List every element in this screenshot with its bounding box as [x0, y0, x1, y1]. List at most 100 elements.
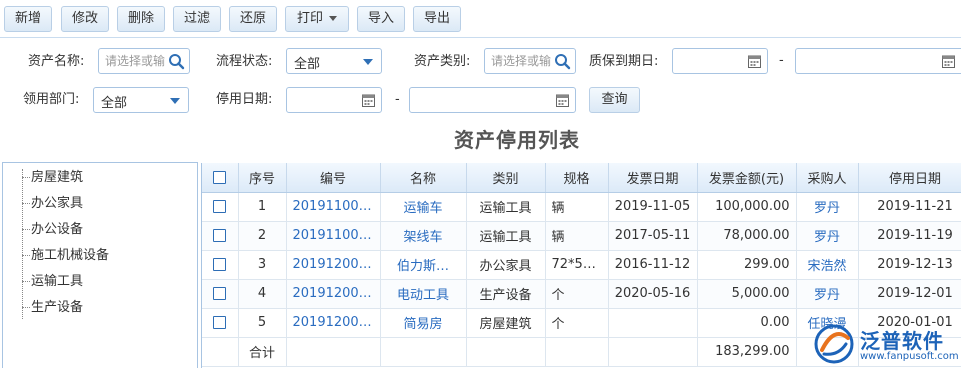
name-link[interactable]: 运输车 — [380, 192, 467, 222]
column-header-invoice-date[interactable]: 发票日期 — [608, 163, 698, 193]
table-row[interactable]: 5 2019120003 简易房 房屋建筑 个 0.00 任晓漫 2020-01… — [202, 308, 961, 338]
table-row[interactable]: 3 2019120001 伯力斯… 办公家具 72*5… 2016-11-12 … — [202, 250, 961, 280]
asset-category-combo[interactable] — [484, 48, 576, 74]
amount-cell: 299.00 — [697, 250, 797, 280]
buyer-link[interactable]: 罗丹 — [796, 279, 859, 309]
tree-item-office-furniture[interactable]: 办公家具 — [31, 196, 83, 212]
print-button[interactable]: 打印 — [285, 6, 349, 32]
total-label: 合计 — [238, 337, 287, 367]
category-cell: 办公家具 — [466, 250, 546, 280]
column-header-amount[interactable]: 发票金额(元) — [697, 163, 797, 193]
name-link[interactable]: 架线车 — [380, 221, 467, 251]
tree-item-transport[interactable]: 运输工具 — [31, 274, 83, 290]
column-header-seq[interactable]: 序号 — [238, 163, 287, 193]
buyer-link[interactable]: 罗丹 — [796, 221, 859, 251]
name-link[interactable]: 简易房 — [380, 308, 467, 338]
stop-date-cell: 2019-11-19 — [858, 221, 961, 251]
delete-button[interactable]: 删除 — [117, 6, 165, 32]
process-status-value: 全部 — [294, 57, 321, 72]
calendar-icon[interactable] — [362, 93, 375, 107]
code-link[interactable]: 2019110002 — [286, 221, 381, 251]
row-checkbox[interactable] — [213, 287, 227, 300]
row-checkbox[interactable] — [213, 258, 227, 271]
select-all-header[interactable] — [202, 163, 239, 193]
select-all-checkbox[interactable] — [213, 170, 227, 184]
code-link[interactable]: 2019120003 — [286, 308, 381, 338]
buyer-link[interactable]: 任晓漫 — [796, 308, 859, 338]
seq-cell: 3 — [238, 250, 287, 280]
edit-button[interactable]: 修改 — [61, 6, 109, 32]
category-tree: 房屋建筑 办公家具 办公设备 施工机械设备 运输工具 生产设备 — [2, 162, 198, 368]
column-header-category[interactable]: 类别 — [466, 163, 546, 193]
row-checkbox[interactable] — [213, 229, 227, 242]
import-button[interactable]: 导入 — [357, 6, 405, 32]
tree-item-housing[interactable]: 房屋建筑 — [31, 170, 83, 186]
calendar-icon[interactable] — [748, 54, 761, 68]
process-status-select[interactable]: 全部 — [286, 48, 382, 74]
seq-cell: 2 — [238, 221, 287, 251]
buyer-link[interactable]: 宋浩然 — [796, 250, 859, 280]
tree-connector — [22, 307, 30, 308]
name-link[interactable]: 电动工具 — [380, 279, 467, 309]
stop-date-cell: 2019-12-13 — [858, 250, 961, 280]
query-button[interactable]: 查询 — [589, 87, 640, 113]
department-select[interactable]: 全部 — [93, 87, 189, 113]
tree-connector — [22, 203, 30, 204]
code-link[interactable]: 2019120001 — [286, 250, 381, 280]
table-row[interactable]: 2 2019110002 架线车 运输工具 辆 2017-05-11 78,00… — [202, 221, 961, 251]
total-empty-cell — [545, 337, 609, 367]
row-checkbox[interactable] — [213, 200, 227, 213]
spec-cell: 辆 — [545, 192, 609, 222]
tree-connector — [22, 177, 30, 178]
column-header-spec[interactable]: 规格 — [545, 163, 609, 193]
stop-date-cell: 2019-11-21 — [858, 192, 961, 222]
total-empty-cell — [466, 337, 546, 367]
tree-item-production-equipment[interactable]: 生产设备 — [31, 300, 83, 316]
row-select-cell[interactable] — [202, 308, 239, 338]
table-row[interactable]: 1 2019110001 运输车 运输工具 辆 2019-11-05 100,0… — [202, 192, 961, 222]
column-header-name[interactable]: 名称 — [380, 163, 467, 193]
asset-name-combo[interactable] — [98, 48, 190, 74]
seq-cell: 1 — [238, 192, 287, 222]
search-icon[interactable] — [554, 53, 571, 70]
tree-item-office-equipment[interactable]: 办公设备 — [31, 222, 83, 238]
row-select-cell[interactable] — [202, 279, 239, 309]
code-link[interactable]: 2019120002 — [286, 279, 381, 309]
invoice-date-cell: 2020-05-16 — [608, 279, 698, 309]
code-link[interactable]: 2019110001 — [286, 192, 381, 222]
asset-category-input[interactable] — [491, 53, 551, 69]
add-button[interactable]: 新增 — [4, 6, 52, 32]
search-icon[interactable] — [168, 53, 185, 70]
restore-button[interactable]: 还原 — [229, 6, 277, 32]
stop-date-start[interactable] — [286, 87, 382, 113]
chevron-down-icon — [329, 16, 337, 21]
asset-name-input[interactable] — [105, 53, 165, 69]
warranty-date-label: 质保到期日: — [589, 54, 659, 69]
row-select-cell[interactable] — [202, 221, 239, 251]
row-checkbox[interactable] — [213, 316, 227, 329]
calendar-icon[interactable] — [942, 54, 955, 68]
tree-connector — [22, 281, 30, 282]
tree-item-construction-machinery[interactable]: 施工机械设备 — [31, 248, 109, 264]
total-empty-cell — [202, 337, 239, 367]
seq-cell: 4 — [238, 279, 287, 309]
row-select-cell[interactable] — [202, 192, 239, 222]
column-header-code[interactable]: 编号 — [286, 163, 381, 193]
row-select-cell[interactable] — [202, 250, 239, 280]
stop-date-label: 停用日期: — [216, 92, 273, 107]
spec-cell: 辆 — [545, 221, 609, 251]
warranty-date-start[interactable] — [672, 48, 768, 74]
total-empty-cell — [380, 337, 467, 367]
export-button[interactable]: 导出 — [413, 6, 461, 32]
warranty-date-end[interactable] — [795, 48, 961, 74]
calendar-icon[interactable] — [556, 93, 569, 107]
filter-button[interactable]: 过滤 — [173, 6, 221, 32]
stop-date-end[interactable] — [409, 87, 576, 113]
spec-cell: 个 — [545, 308, 609, 338]
column-header-buyer[interactable]: 采购人 — [796, 163, 859, 193]
table-row[interactable]: 4 2019120002 电动工具 生产设备 个 2020-05-16 5,00… — [202, 279, 961, 309]
name-link[interactable]: 伯力斯… — [380, 250, 467, 280]
buyer-link[interactable]: 罗丹 — [796, 192, 859, 222]
column-header-stop-date[interactable]: 停用日期 — [858, 163, 961, 193]
process-status-label: 流程状态: — [216, 54, 273, 69]
